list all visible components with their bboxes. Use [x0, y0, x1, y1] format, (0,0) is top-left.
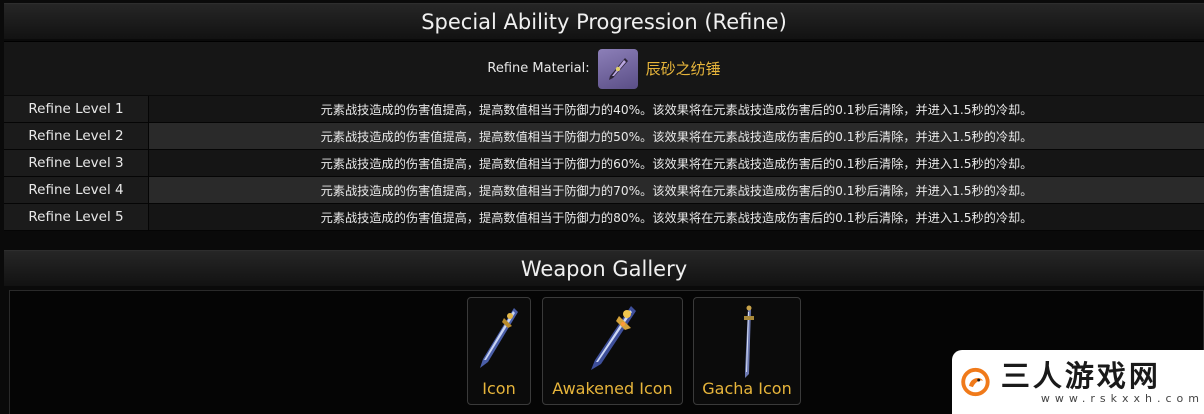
refine-level-description: 元素战技造成的伤害值提高，提高数值相当于防御力的60%。该效果将在元素战技造成伤…	[149, 150, 1204, 176]
table-row: Refine Level 5 元素战技造成的伤害值提高，提高数值相当于防御力的8…	[4, 204, 1204, 231]
refine-level-label: Refine Level 4	[4, 177, 149, 203]
gallery-item-awakened[interactable]: Awakened Icon	[542, 297, 683, 405]
watermark-logo	[961, 367, 990, 397]
table-row: Refine Level 1 元素战技造成的伤害值提高，提高数值相当于防御力的4…	[4, 96, 1204, 123]
refine-level-label: Refine Level 5	[4, 204, 149, 230]
refine-material-label: Refine Material:	[487, 61, 590, 76]
gallery-caption: Awakened Icon	[552, 379, 673, 398]
refine-material-row: Refine Material: 辰砂之纺锤	[4, 41, 1204, 95]
refine-level-description: 元素战技造成的伤害值提高，提高数值相当于防御力的70%。该效果将在元素战技造成伤…	[149, 177, 1204, 203]
refine-material-link[interactable]: 辰砂之纺锤	[646, 58, 721, 79]
watermark-text: 三人游戏网	[1000, 358, 1161, 393]
refine-level-description: 元素战技造成的伤害值提高，提高数值相当于防御力的50%。该效果将在元素战技造成伤…	[149, 123, 1204, 149]
refine-level-description: 元素战技造成的伤害值提高，提高数值相当于防御力的80%。该效果将在元素战技造成伤…	[149, 204, 1204, 230]
table-row: Refine Level 2 元素战技造成的伤害值提高，提高数值相当于防御力的5…	[4, 123, 1204, 150]
sword-awakened-icon	[590, 306, 636, 370]
table-row: Refine Level 3 元素战技造成的伤害值提高，提高数值相当于防御力的6…	[4, 150, 1204, 177]
refine-level-label: Refine Level 3	[4, 150, 149, 176]
refine-title-text: Special Ability Progression (Refine)	[421, 9, 787, 34]
refine-level-label: Refine Level 2	[4, 123, 149, 149]
gallery-caption: Gacha Icon	[702, 379, 792, 398]
site-watermark: 三人游戏网 www.rskxxh.com	[952, 350, 1204, 414]
refine-level-label: Refine Level 1	[4, 96, 149, 122]
table-row: Refine Level 4 元素战技造成的伤害值提高，提高数值相当于防御力的7…	[4, 177, 1204, 204]
spindle-material-icon[interactable]	[597, 48, 638, 89]
sword-gacha-icon	[744, 305, 754, 378]
gallery-item-icon[interactable]: Icon	[467, 297, 531, 405]
refine-section-title: Special Ability Progression (Refine)	[4, 3, 1204, 39]
watermark-url: www.rskxxh.com	[1040, 391, 1204, 405]
refine-level-description: 元素战技造成的伤害值提高，提高数值相当于防御力的40%。该效果将在元素战技造成伤…	[149, 96, 1204, 122]
gallery-section-title: Weapon Gallery	[4, 250, 1204, 286]
sword-icon	[480, 308, 518, 368]
refine-levels-table: Refine Level 1 元素战技造成的伤害值提高，提高数值相当于防御力的4…	[4, 96, 1204, 231]
gallery-title-text: Weapon Gallery	[520, 256, 688, 281]
gallery-item-gacha[interactable]: Gacha Icon	[693, 297, 801, 405]
gallery-caption: Icon	[482, 379, 516, 398]
